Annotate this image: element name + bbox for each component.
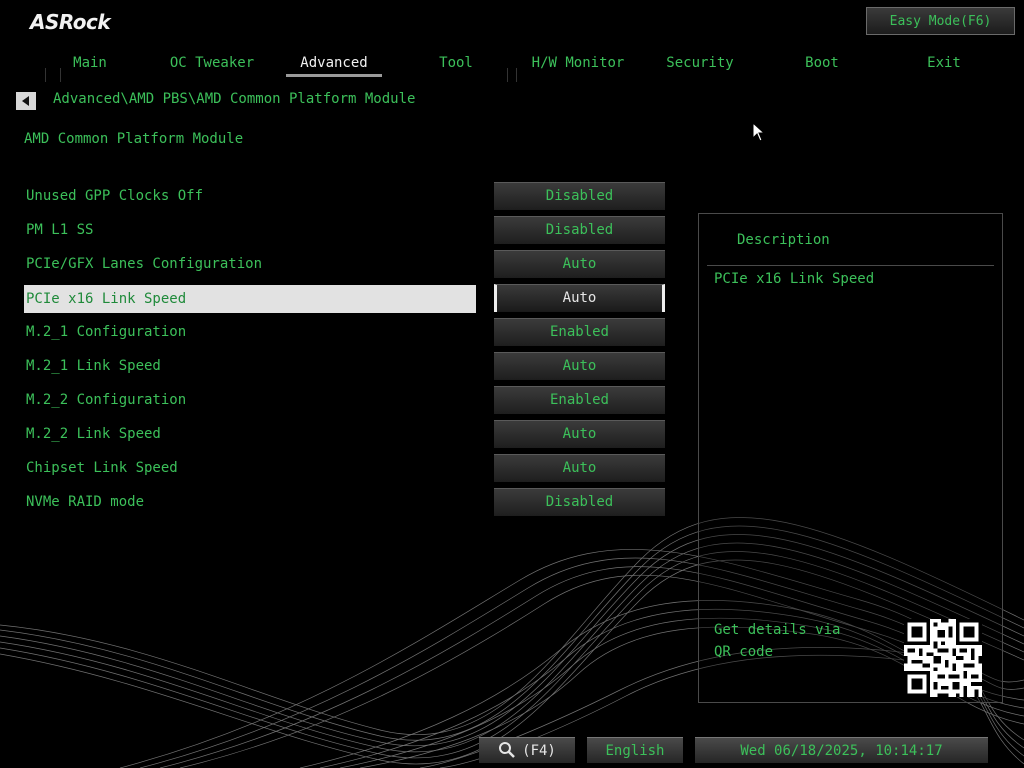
- page-title: AMD Common Platform Module: [24, 131, 244, 147]
- setting-label: Chipset Link Speed: [26, 460, 178, 476]
- setting-row-nvme-raid-mode[interactable]: NVMe RAID mode: [24, 488, 476, 516]
- setting-value-chipset-link-speed[interactable]: Auto: [494, 454, 665, 482]
- setting-label: PCIe/GFX Lanes Configuration: [26, 256, 263, 272]
- search-button[interactable]: (F4): [479, 737, 575, 763]
- setting-row-m2-1-configuration[interactable]: M.2_1 Configuration: [24, 318, 476, 346]
- tab-tool[interactable]: Tool: [396, 52, 516, 74]
- tab-hw-monitor[interactable]: H/W Monitor: [518, 52, 638, 74]
- setting-value-pm-l1-ss[interactable]: Disabled: [494, 216, 665, 244]
- tab-oc-tweaker[interactable]: OC Tweaker: [152, 52, 272, 74]
- setting-value-unused-gpp-clocks-off[interactable]: Disabled: [494, 182, 665, 210]
- tab-main[interactable]: Main: [30, 52, 150, 74]
- setting-label: M.2_1 Configuration: [26, 324, 187, 340]
- qr-hint-text: Get details via QR code: [714, 622, 841, 660]
- tab-advanced[interactable]: Advanced: [274, 52, 394, 77]
- setting-label: NVMe RAID mode: [26, 494, 145, 510]
- search-shortcut-label: (F4): [522, 743, 556, 759]
- language-button[interactable]: English: [587, 737, 683, 763]
- setting-row-m2-2-link-speed[interactable]: M.2_2 Link Speed: [24, 420, 476, 448]
- qr-code-icon: [904, 619, 982, 697]
- setting-value-m2-1-configuration[interactable]: Enabled: [494, 318, 665, 346]
- easy-mode-button[interactable]: Easy Mode(F6): [866, 7, 1015, 35]
- asrock-logo: ASRock: [30, 10, 111, 34]
- setting-value-m2-2-configuration[interactable]: Enabled: [494, 386, 665, 414]
- datetime-display: Wed 06/18/2025, 10:14:17: [695, 737, 988, 763]
- setting-value-pcie-gfx-lanes-configuration[interactable]: Auto: [494, 250, 665, 278]
- setting-row-pcie-x16-link-speed[interactable]: PCIe x16 Link Speed: [24, 285, 476, 313]
- setting-label: M.2_2 Configuration: [26, 392, 187, 408]
- setting-row-chipset-link-speed[interactable]: Chipset Link Speed: [24, 454, 476, 482]
- tab-security[interactable]: Security: [640, 52, 760, 74]
- mouse-cursor-icon: [752, 122, 766, 142]
- back-arrow-icon[interactable]: [16, 92, 36, 110]
- setting-label: PCIe x16 Link Speed: [26, 291, 187, 307]
- setting-value-nvme-raid-mode[interactable]: Disabled: [494, 488, 665, 516]
- setting-row-unused-gpp-clocks-off[interactable]: Unused GPP Clocks Off: [24, 182, 476, 210]
- tab-boot[interactable]: Boot: [762, 52, 882, 74]
- search-icon: [499, 742, 516, 758]
- description-divider: [707, 265, 994, 266]
- setting-row-pm-l1-ss[interactable]: PM L1 SS: [24, 216, 476, 244]
- setting-value-pcie-x16-link-speed[interactable]: Auto: [494, 284, 665, 312]
- setting-row-m2-2-configuration[interactable]: M.2_2 Configuration: [24, 386, 476, 414]
- setting-label: Unused GPP Clocks Off: [26, 188, 204, 204]
- setting-label: M.2_2 Link Speed: [26, 426, 161, 442]
- breadcrumb: Advanced\AMD PBS\AMD Common Platform Mod…: [53, 91, 416, 107]
- description-text: PCIe x16 Link Speed: [714, 271, 875, 287]
- setting-value-m2-2-link-speed[interactable]: Auto: [494, 420, 665, 448]
- setting-row-pcie-gfx-lanes-configuration[interactable]: PCIe/GFX Lanes Configuration: [24, 250, 476, 278]
- setting-value-m2-1-link-speed[interactable]: Auto: [494, 352, 665, 380]
- setting-row-m2-1-link-speed[interactable]: M.2_1 Link Speed: [24, 352, 476, 380]
- setting-label: M.2_1 Link Speed: [26, 358, 161, 374]
- setting-label: PM L1 SS: [26, 222, 94, 238]
- description-title: Description: [737, 232, 830, 248]
- tab-exit[interactable]: Exit: [884, 52, 1004, 74]
- main-tabs: Main OC Tweaker Advanced Tool H/W Monito…: [30, 52, 1014, 80]
